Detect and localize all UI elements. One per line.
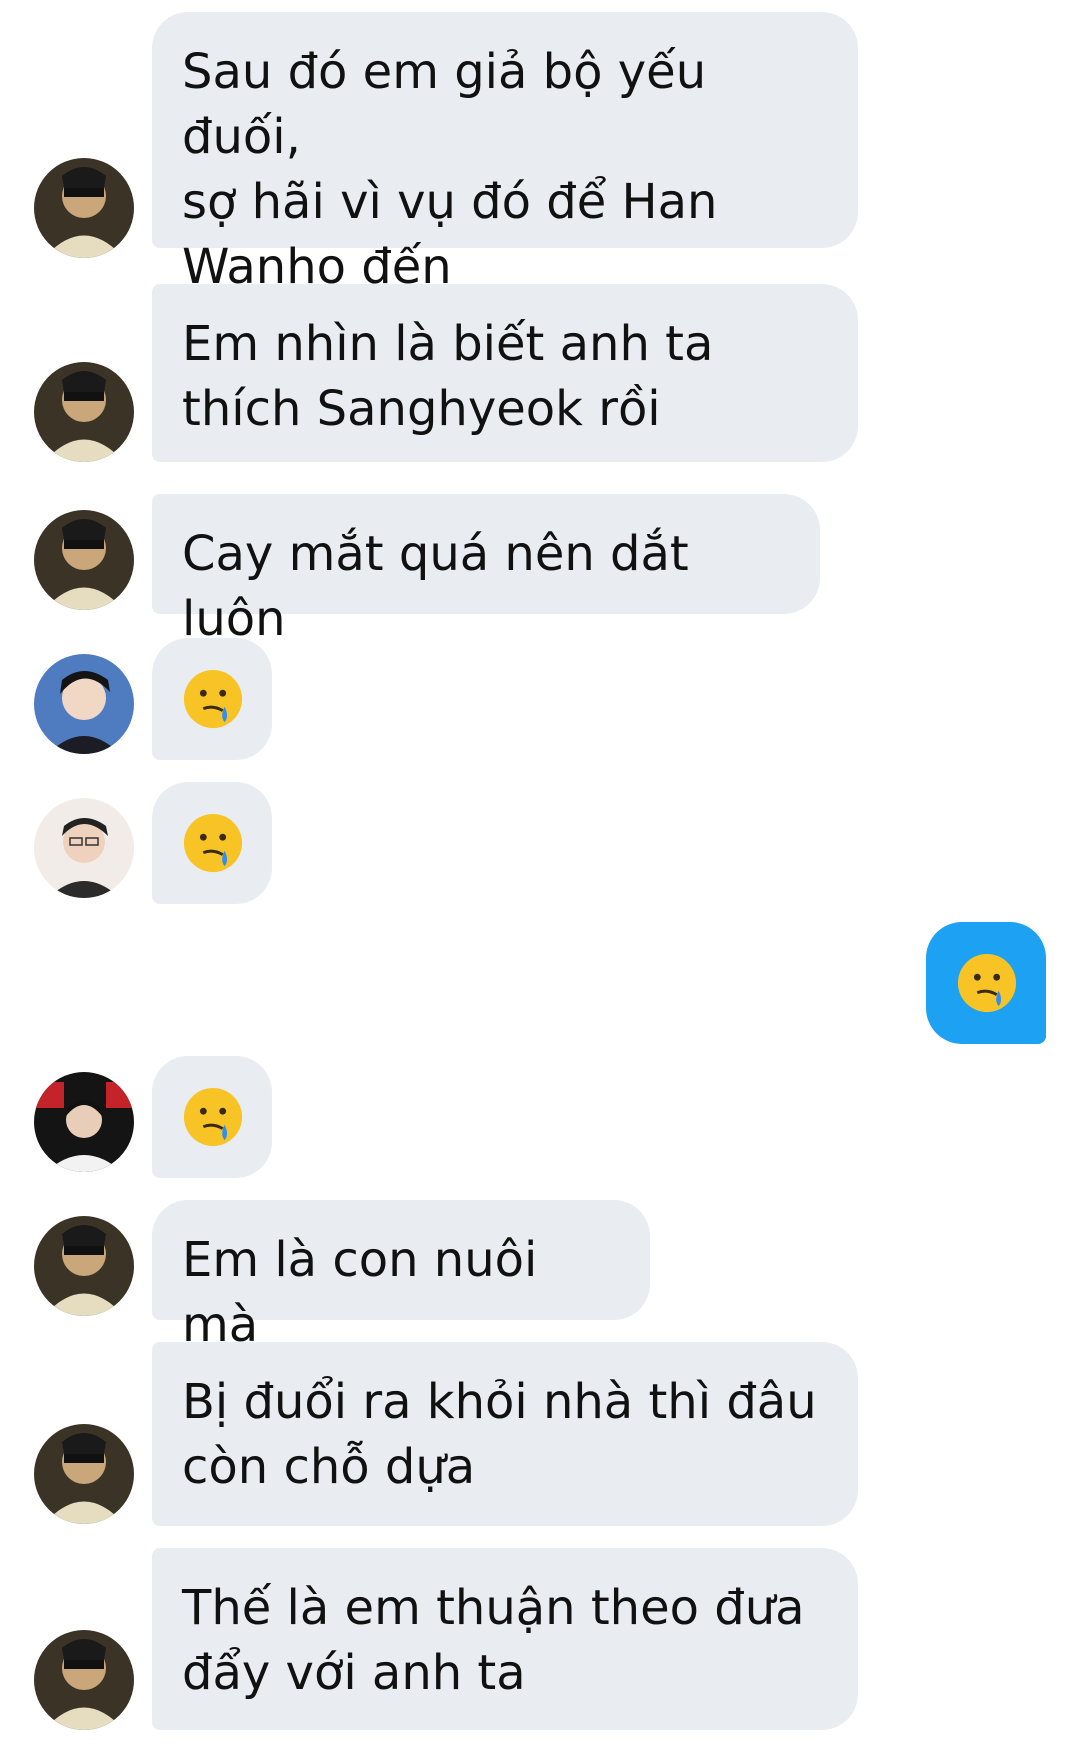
message-bubble[interactable]: Thế là em thuận theo đưa đẩy với anh ta (152, 1548, 858, 1730)
avatar-photo-icon (34, 510, 134, 610)
face-holding-back-tears-icon (183, 669, 243, 729)
message-text: Em là con nuôi mà (182, 1232, 538, 1353)
message-text: Sau đó em giả bộ yếu đuối, sợ hãi vì vụ … (182, 44, 718, 295)
avatar-photo-icon (34, 1424, 134, 1524)
message-row (0, 638, 1080, 760)
message-bubble[interactable]: Em nhìn là biết anh ta thích Sanghyeok r… (152, 284, 858, 462)
face-holding-back-tears-icon (957, 953, 1017, 1013)
avatar-photo-icon (34, 1630, 134, 1730)
avatar[interactable] (34, 158, 134, 258)
message-text: Thế là em thuận theo đưa đẩy với anh ta (182, 1580, 805, 1701)
message-row: Bị đuổi ra khỏi nhà thì đâu còn chỗ dựa (0, 1342, 1080, 1526)
avatar-photo-icon (34, 158, 134, 258)
face-holding-back-tears-icon (183, 813, 243, 873)
avatar[interactable] (34, 362, 134, 462)
avatar[interactable] (34, 798, 134, 898)
message-row: Em nhìn là biết anh ta thích Sanghyeok r… (0, 284, 1080, 464)
avatar-photo-icon (34, 654, 134, 754)
message-bubble[interactable]: Cay mắt quá nên dắt luôn (152, 494, 820, 647)
message-row: Sau đó em giả bộ yếu đuối, sợ hãi vì vụ … (0, 12, 1080, 295)
message-row: Cay mắt quá nên dắt luôn (0, 494, 1080, 647)
emoji-message-bubble[interactable] (152, 1056, 272, 1178)
emoji-message-bubble[interactable] (152, 638, 272, 760)
message-text: Bị đuổi ra khỏi nhà thì đâu còn chỗ dựa (182, 1374, 817, 1495)
message-row: Em là con nuôi mà (0, 1200, 1080, 1353)
message-row (0, 1056, 1080, 1178)
avatar-photo-icon (34, 798, 134, 898)
avatar[interactable] (34, 1630, 134, 1730)
avatar[interactable] (34, 654, 134, 754)
avatar[interactable] (34, 1072, 134, 1172)
message-row (0, 922, 1080, 1046)
message-row (0, 782, 1080, 904)
face-holding-back-tears-icon (183, 1087, 243, 1147)
outgoing-emoji-message-bubble[interactable] (926, 922, 1046, 1044)
avatar[interactable] (34, 510, 134, 610)
message-bubble[interactable]: Em là con nuôi mà (152, 1200, 650, 1353)
avatar-photo-icon (34, 1216, 134, 1316)
message-bubble[interactable]: Bị đuổi ra khỏi nhà thì đâu còn chỗ dựa (152, 1342, 858, 1526)
avatar[interactable] (34, 1216, 134, 1316)
message-text: Em nhìn là biết anh ta thích Sanghyeok r… (182, 316, 714, 437)
message-text: Cay mắt quá nên dắt luôn (182, 526, 689, 647)
message-bubble[interactable]: Sau đó em giả bộ yếu đuối, sợ hãi vì vụ … (152, 12, 858, 295)
avatar-photo-icon (34, 1072, 134, 1172)
emoji-message-bubble[interactable] (152, 782, 272, 904)
avatar[interactable] (34, 1424, 134, 1524)
message-row: Thế là em thuận theo đưa đẩy với anh ta (0, 1548, 1080, 1732)
avatar-photo-icon (34, 362, 134, 462)
